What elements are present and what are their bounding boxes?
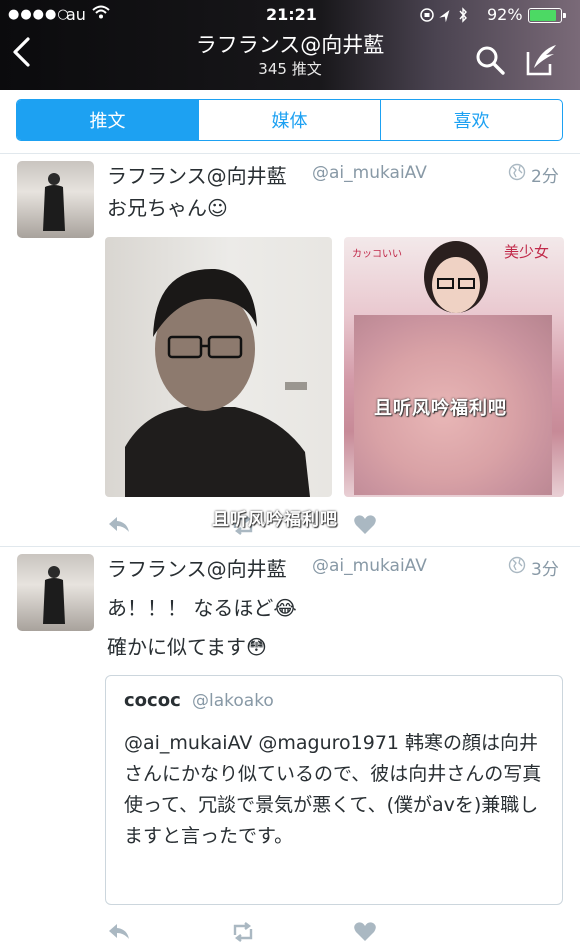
quoted-author-handle: @lakoako: [192, 691, 274, 711]
globe-icon: [508, 556, 526, 574]
tweet-timestamp: 3分: [531, 560, 559, 580]
tweet[interactable]: ラフランス@向井藍 @ai_mukaiAV 3分 あ！！！ なるほど😂 確かに似…: [0, 548, 580, 949]
watermark-text: 且听风吟福利吧: [212, 510, 338, 530]
heart-icon: [354, 515, 376, 534]
retweet-button[interactable]: [230, 920, 256, 944]
like-button[interactable]: [352, 920, 378, 944]
retweet-icon: [233, 922, 253, 942]
tweet-actions: [0, 920, 580, 949]
tweet-author-name[interactable]: ラフランス@向井藍: [107, 553, 287, 582]
quoted-author-name: cococ: [124, 690, 181, 711]
reply-icon: [109, 924, 129, 939]
segmented-control: 推文 媒体 喜欢: [16, 99, 563, 141]
signal-strength: ●●●●○: [8, 7, 70, 22]
svg-text:カッコいい: カッコいい: [352, 248, 402, 260]
tab-media[interactable]: 媒体: [199, 100, 381, 140]
tweet-photo[interactable]: 美少女 カッコいい 且听风吟福利吧: [344, 237, 564, 497]
tweet-text-line: あ！！！ なるほど😂: [107, 596, 297, 620]
carrier-label: au: [66, 5, 86, 24]
tweet-author-handle[interactable]: @ai_mukaiAV: [312, 556, 427, 576]
search-icon: [476, 46, 505, 75]
search-button[interactable]: [474, 44, 506, 76]
tweet[interactable]: ラフランス@向井藍 @ai_mukaiAV 2分 お兄ちゃん☺ 美少女 カッコい…: [0, 155, 580, 547]
tweet-actions: 且听风吟福利吧: [0, 510, 580, 543]
back-button[interactable]: [10, 36, 32, 77]
quoted-tweet[interactable]: cococ @lakoako @ai_mukaiAV @maguro1971 韩…: [105, 675, 563, 905]
svg-text:美少女: 美少女: [504, 243, 549, 261]
tab-bar: 推文 媒体 喜欢: [0, 90, 580, 154]
wifi-icon: [92, 5, 110, 23]
compose-tweet-button[interactable]: [524, 42, 560, 78]
profile-title: ラフランス@向井藍: [195, 33, 385, 57]
reply-icon: [109, 517, 129, 532]
tweet-count: 345 推文: [258, 60, 322, 78]
status-icons: [420, 7, 482, 27]
tweet-text-line: 確かに似てます😳: [107, 635, 267, 659]
battery-percent: 92%: [487, 5, 523, 24]
globe-icon: [508, 163, 526, 181]
watermark-text: 且听风吟福利吧: [374, 398, 507, 419]
tab-tweets[interactable]: 推文: [17, 100, 199, 140]
tab-likes[interactable]: 喜欢: [381, 100, 562, 140]
compose-icon: [526, 45, 556, 76]
tweet-author-handle[interactable]: @ai_mukaiAV: [312, 163, 427, 183]
nav-header: ●●●●○ au 21:21 92% ラフランス@向井藍 345 推文: [0, 0, 580, 90]
chevron-left-icon: [13, 37, 30, 67]
tweet-text: お兄ちゃん☺: [107, 196, 228, 220]
tweet-author-name[interactable]: ラフランス@向井藍: [107, 160, 287, 189]
quoted-tweet-text: @ai_mukaiAV @maguro1971 韩寒の顔は向井さんにかなり似てい…: [124, 732, 542, 847]
status-bar: ●●●●○ au 21:21 92%: [0, 0, 580, 30]
avatar[interactable]: [17, 161, 94, 238]
reply-button[interactable]: [106, 920, 132, 944]
status-time: 21:21: [266, 5, 317, 24]
avatar[interactable]: [17, 554, 94, 631]
tweet-timestamp: 2分: [531, 167, 559, 187]
heart-icon: [354, 922, 376, 941]
like-button[interactable]: [352, 513, 378, 537]
battery-icon: [528, 8, 566, 23]
tweet-photo[interactable]: [105, 237, 332, 497]
reply-button[interactable]: [106, 513, 132, 537]
battery-fill: [530, 10, 556, 21]
